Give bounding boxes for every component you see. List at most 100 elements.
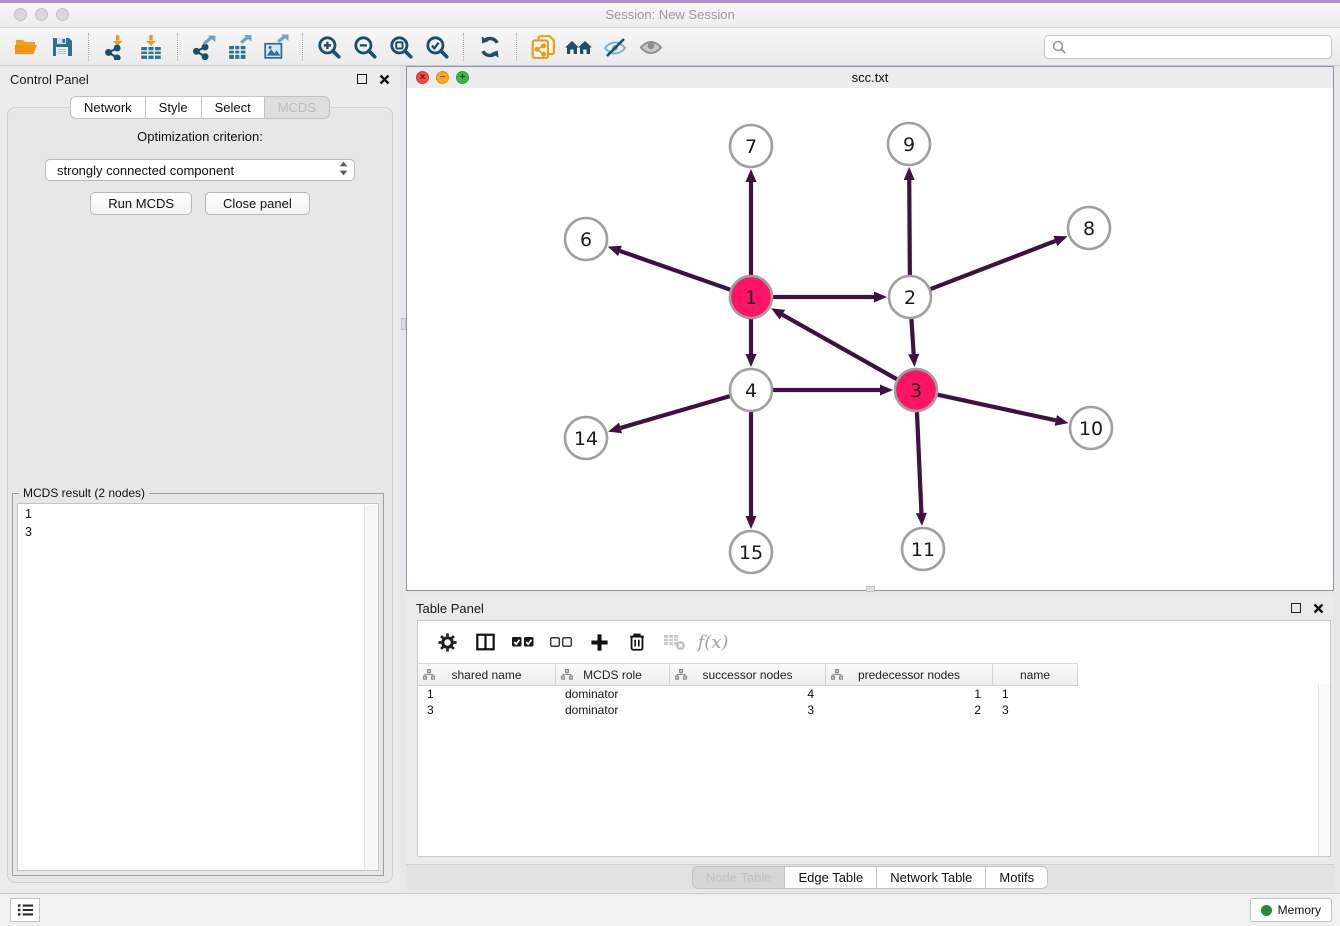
minimize-network-button[interactable]: −	[436, 71, 449, 84]
export-image-button[interactable]	[258, 31, 294, 63]
tab-node-table[interactable]: Node Table	[692, 866, 786, 889]
table-cell[interactable]: 3	[993, 703, 1078, 717]
graph-node-1[interactable]: 1	[730, 276, 772, 318]
table-cell[interactable]: 1	[826, 687, 993, 701]
tab-motifs[interactable]: Motifs	[986, 866, 1048, 889]
import-network-button[interactable]	[97, 31, 133, 63]
tab-style[interactable]: Style	[146, 96, 202, 119]
unselect-all-button[interactable]	[542, 625, 580, 659]
column-header-name[interactable]: name	[993, 664, 1078, 685]
column-header-successor-nodes[interactable]: successor nodes	[670, 664, 826, 685]
search-input[interactable]	[1071, 38, 1324, 55]
table-row[interactable]: 3dominator323	[418, 702, 1330, 718]
minimize-window-button[interactable]	[35, 8, 48, 21]
graph-edge-1-6[interactable]	[620, 251, 730, 290]
graph-node-3[interactable]: 3	[895, 369, 937, 411]
show-column-button[interactable]	[466, 625, 504, 659]
graph-node-label: 1	[745, 287, 757, 309]
table-cell[interactable]: 1	[418, 687, 556, 701]
splitter-grip[interactable]	[401, 318, 406, 330]
zoom-out-button[interactable]	[347, 31, 383, 63]
hide-visibility-button[interactable]	[597, 31, 633, 63]
tab-edge-table[interactable]: Edge Table	[785, 866, 877, 889]
graph-node-7[interactable]: 7	[730, 125, 772, 167]
export-network-button[interactable]	[186, 31, 222, 63]
float-panel-icon[interactable]	[1291, 603, 1301, 613]
task-history-button[interactable]	[10, 898, 40, 922]
toolbar-separator	[516, 33, 517, 61]
table-cell[interactable]: 4	[670, 687, 826, 701]
column-header-MCDS-role[interactable]: MCDS role	[556, 664, 670, 685]
zoom-fit-button[interactable]	[383, 31, 419, 63]
table-cell[interactable]: 2	[826, 703, 993, 717]
graph-node-9[interactable]: 9	[888, 123, 930, 165]
table-cell[interactable]: 1	[993, 687, 1078, 701]
graph-edge-2-9[interactable]	[909, 180, 910, 275]
graph-node-8[interactable]: 8	[1068, 207, 1110, 249]
duplicate-network-button[interactable]	[525, 31, 561, 63]
graph-edge-4-14[interactable]	[621, 396, 730, 428]
graph-node-4[interactable]: 4	[730, 369, 772, 411]
float-panel-icon[interactable]	[357, 74, 367, 84]
graph-node-14[interactable]: 14	[565, 417, 607, 459]
tab-mcds[interactable]: MCDS	[265, 96, 330, 119]
create-column-button[interactable]	[580, 625, 618, 659]
select-all-button[interactable]	[504, 625, 542, 659]
maximize-network-button[interactable]: +	[456, 71, 469, 84]
graph-edge-arrowhead	[1055, 415, 1069, 426]
graph-edge-3-11[interactable]	[917, 412, 921, 513]
graph-node-label: 4	[745, 380, 757, 402]
table-cell[interactable]: 3	[670, 703, 826, 717]
network-title: scc.txt	[852, 70, 889, 85]
table-row[interactable]: 1dominator411	[418, 686, 1330, 702]
table-cell[interactable]: 3	[418, 703, 556, 717]
mcds-result-text[interactable]: 1 3	[17, 503, 379, 871]
delete-column-button[interactable]	[618, 625, 656, 659]
table-tabstrip: Node TableEdge TableNetwork TableMotifs	[406, 864, 1334, 889]
table-scrollbar[interactable]	[1318, 684, 1330, 856]
zoom-fit-icon	[388, 34, 414, 60]
graph-node-11[interactable]: 11	[902, 528, 944, 570]
zoom-window-button[interactable]	[56, 8, 69, 21]
close-panel-icon[interactable]	[1313, 603, 1324, 614]
graph-edge-3-10[interactable]	[937, 395, 1055, 421]
graph-node-15[interactable]: 15	[730, 531, 772, 573]
run-mcds-button[interactable]: Run MCDS	[90, 192, 192, 215]
graph-node-6[interactable]: 6	[565, 218, 607, 260]
column-header-predecessor-nodes[interactable]: predecessor nodes	[826, 664, 993, 685]
optimization-criterion-select[interactable]: strongly connected component	[45, 159, 355, 181]
graph-edge-3-1[interactable]	[782, 315, 896, 380]
network-canvas[interactable]: 7 9 6 8 1 2 4 3 14 10 15 11	[407, 88, 1333, 590]
export-table-button[interactable]	[222, 31, 258, 63]
columns-icon	[475, 632, 496, 652]
column-header-shared-name[interactable]: shared name	[418, 664, 556, 685]
result-scrollbar[interactable]	[364, 505, 377, 869]
close-network-button[interactable]: ×	[416, 71, 429, 84]
zoom-in-button[interactable]	[311, 31, 347, 63]
import-table-button[interactable]	[133, 31, 169, 63]
save-session-button[interactable]	[44, 31, 80, 63]
refresh-layout-button[interactable]	[472, 31, 508, 63]
graph-edge-2-8[interactable]	[931, 241, 1056, 289]
tab-network[interactable]: Network	[70, 96, 146, 119]
close-panel-icon[interactable]	[379, 74, 390, 85]
graph-edge-arrowhead	[608, 423, 622, 434]
tab-select[interactable]: Select	[202, 96, 265, 119]
tab-network-table[interactable]: Network Table	[877, 866, 986, 889]
home-button[interactable]	[561, 31, 597, 63]
search-box[interactable]	[1044, 35, 1332, 59]
table-cell[interactable]: dominator	[556, 703, 670, 717]
memory-button[interactable]: Memory	[1250, 898, 1332, 922]
table-cell[interactable]: dominator	[556, 687, 670, 701]
graph-node-10[interactable]: 10	[1070, 407, 1112, 449]
close-panel-button[interactable]: Close panel	[205, 192, 310, 215]
graph-edge-2-3[interactable]	[911, 319, 913, 354]
preview-eye-button[interactable]	[633, 31, 669, 63]
close-window-button[interactable]	[14, 8, 27, 21]
zoom-selected-button[interactable]	[419, 31, 455, 63]
table-settings-button[interactable]	[428, 625, 466, 659]
open-session-button[interactable]	[8, 31, 44, 63]
splitter-grip[interactable]	[866, 586, 875, 592]
graph-node-2[interactable]: 2	[889, 276, 931, 318]
refresh-icon	[477, 34, 503, 60]
